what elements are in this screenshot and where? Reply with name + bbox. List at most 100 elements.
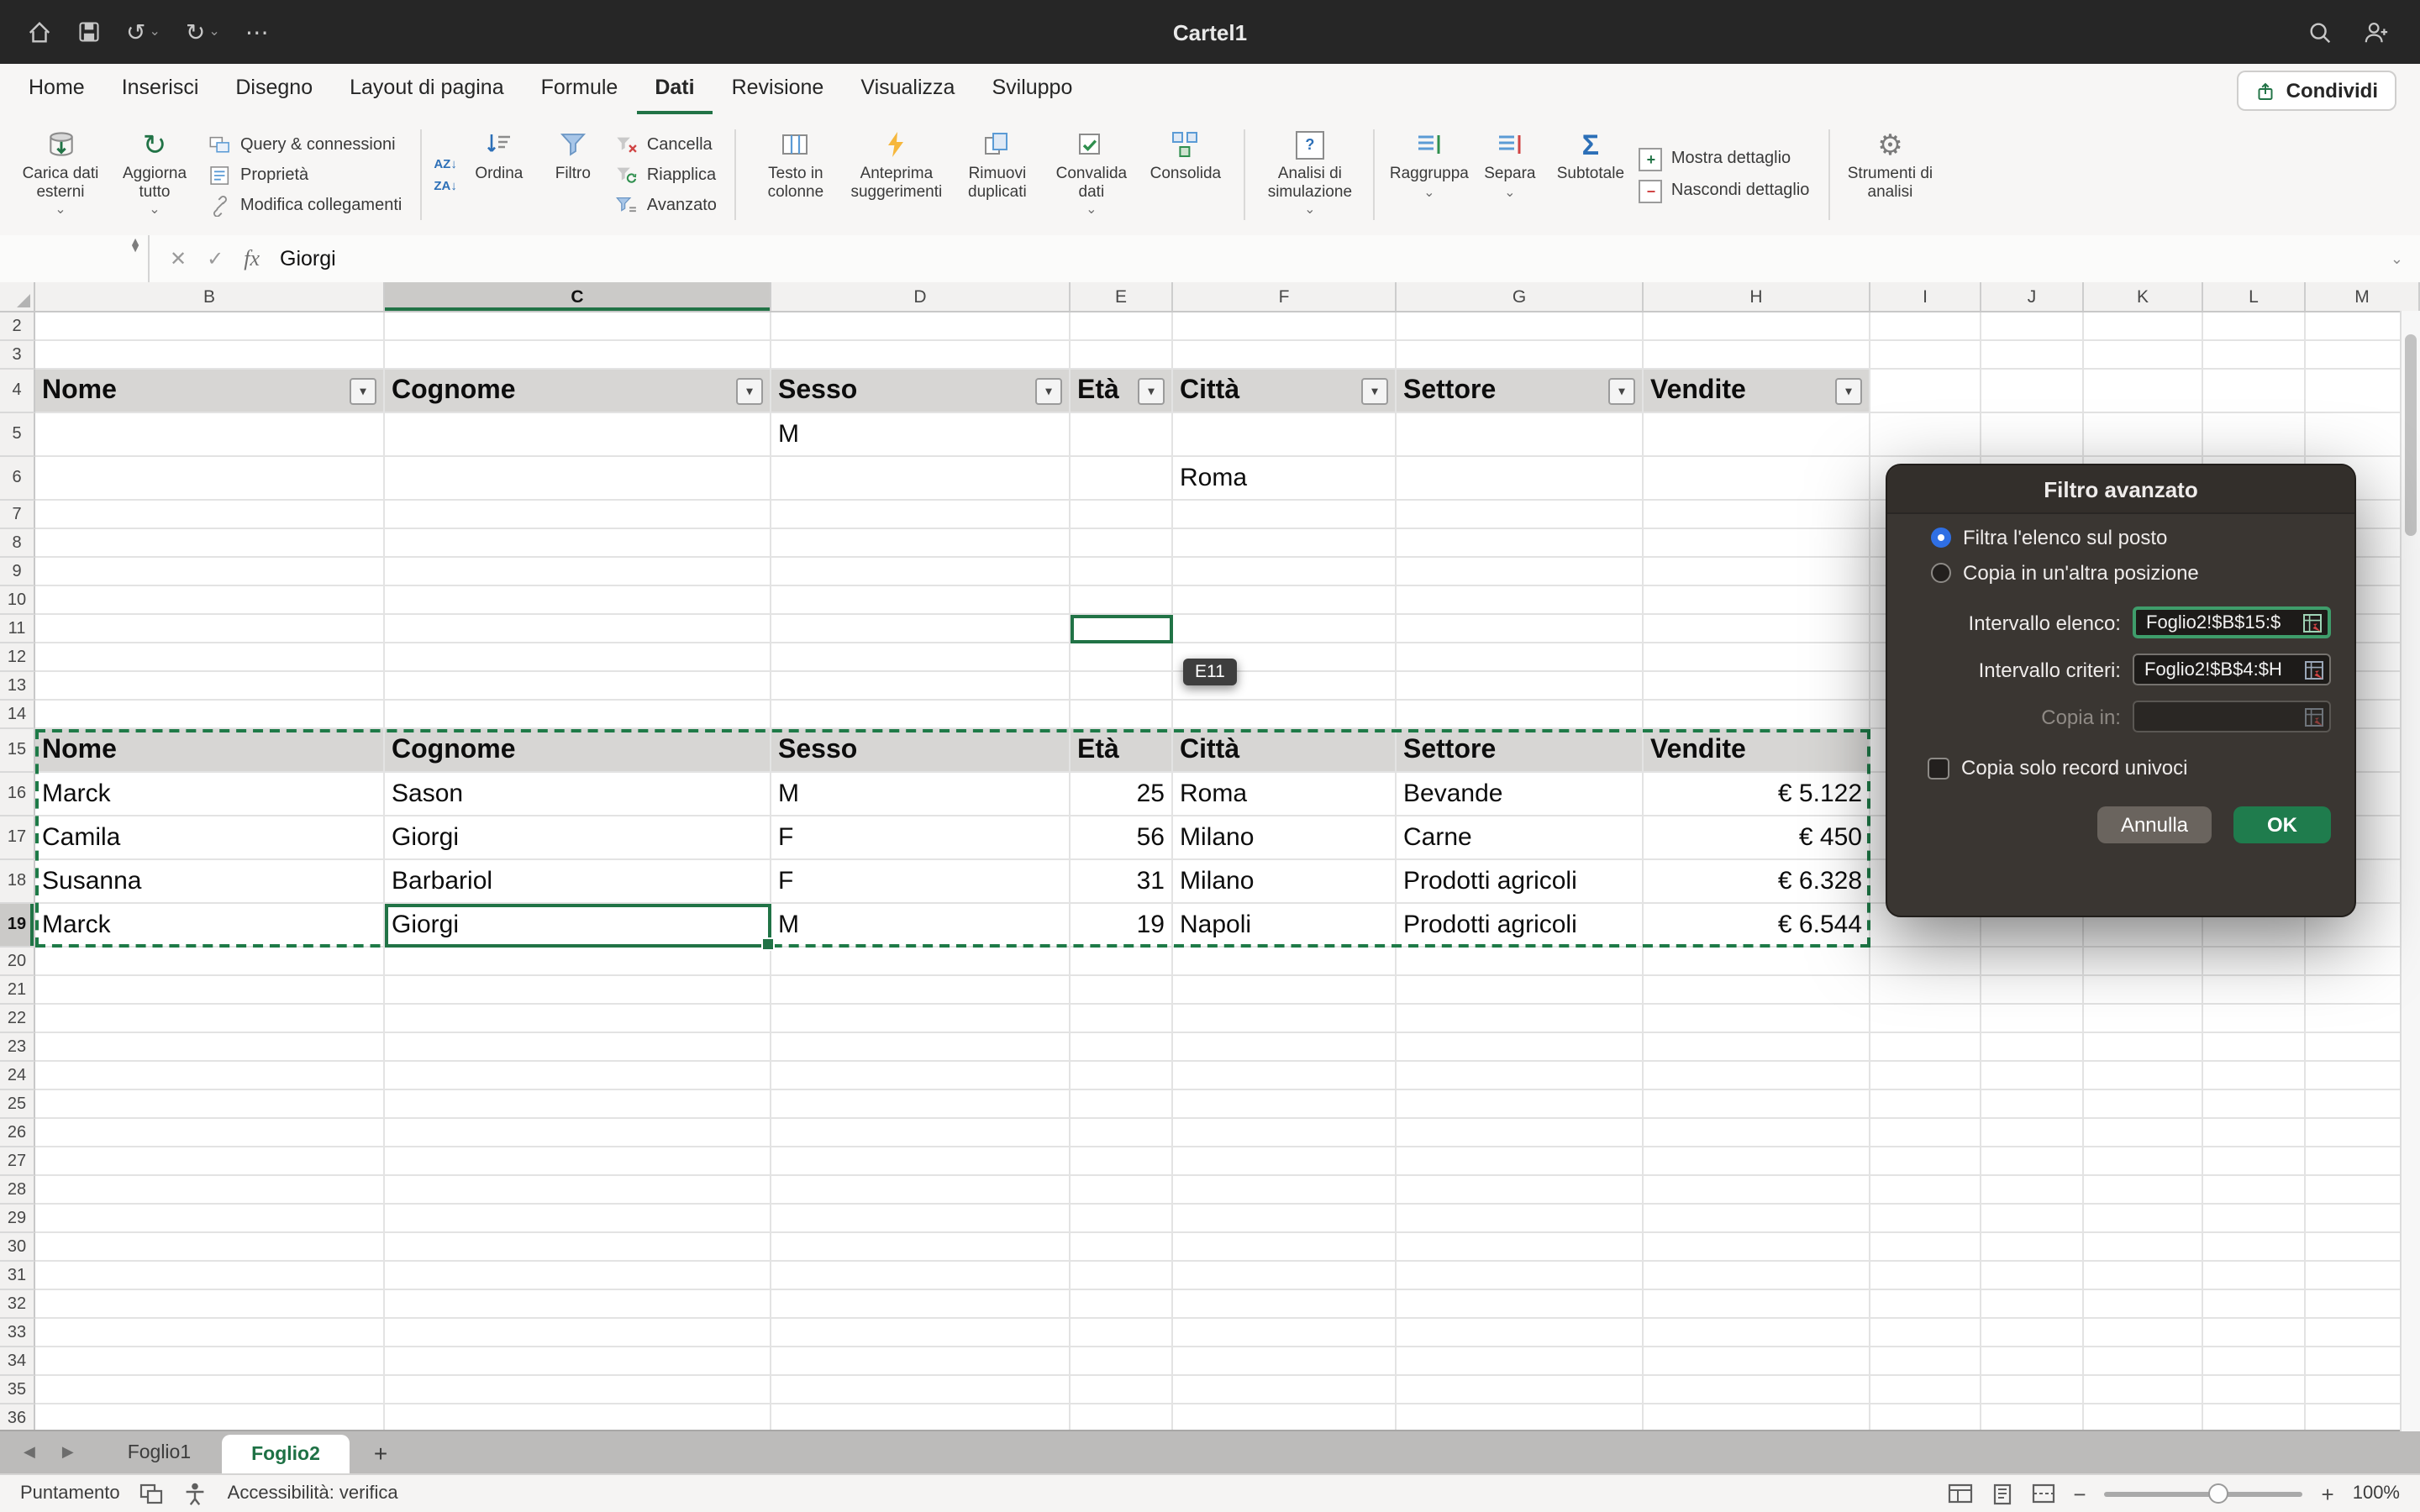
row-header-34[interactable]: 34 [0, 1347, 35, 1376]
cell-K30[interactable] [2084, 1233, 2203, 1262]
tab-inserisci[interactable]: Inserisci [103, 64, 218, 114]
cell-G30[interactable] [1397, 1233, 1644, 1262]
column-header-F[interactable]: F [1173, 282, 1397, 311]
cell-H16[interactable]: € 5.122 [1644, 773, 1870, 816]
cell-E9[interactable] [1071, 558, 1173, 586]
undo-button[interactable]: ↺⌄ [126, 20, 160, 44]
cell-E23[interactable] [1071, 1033, 1173, 1062]
cell-I34[interactable] [1870, 1347, 1981, 1376]
cell-B8[interactable] [35, 529, 385, 558]
cell-H8[interactable] [1644, 529, 1870, 558]
row-header-21[interactable]: 21 [0, 976, 35, 1005]
cell-G9[interactable] [1397, 558, 1644, 586]
row-header-20[interactable]: 20 [0, 948, 35, 976]
cell-H18[interactable]: € 6.328 [1644, 860, 1870, 904]
cell-F27[interactable] [1173, 1147, 1397, 1176]
add-sheet-button[interactable]: + [350, 1431, 411, 1473]
cell-F7[interactable] [1173, 501, 1397, 529]
cell-F16[interactable]: Roma [1173, 773, 1397, 816]
cell-G3[interactable] [1397, 341, 1644, 370]
cell-G11[interactable] [1397, 615, 1644, 643]
cell-G5[interactable] [1397, 413, 1644, 457]
ribbon-button-rimuovi-duplicati[interactable]: Rimuovi duplicati [950, 119, 1044, 230]
column-header-E[interactable]: E [1071, 282, 1173, 311]
cell-E2[interactable] [1071, 312, 1173, 341]
cell-F31[interactable] [1173, 1262, 1397, 1290]
ribbon-button-riapplica[interactable]: Riapplica [615, 164, 717, 186]
cell-D19[interactable]: M [771, 904, 1071, 948]
cell-E28[interactable] [1071, 1176, 1173, 1205]
cell-D14[interactable] [771, 701, 1071, 729]
ok-button[interactable]: OK [2233, 806, 2331, 843]
accessibility-status[interactable]: Accessibilità: verifica [228, 1483, 398, 1504]
row-header-28[interactable]: 28 [0, 1176, 35, 1205]
radio-copy-to-location[interactable]: Copia in un'altra posizione [1931, 561, 2354, 585]
confirm-entry-icon[interactable]: ✓ [207, 247, 224, 270]
cell-E18[interactable]: 31 [1071, 860, 1173, 904]
cell-D27[interactable] [771, 1147, 1071, 1176]
cell-F32[interactable] [1173, 1290, 1397, 1319]
cell-K2[interactable] [2084, 312, 2203, 341]
cell-K25[interactable] [2084, 1090, 2203, 1119]
cell-D32[interactable] [771, 1290, 1071, 1319]
filter-button-B4[interactable]: ▾ [350, 377, 376, 404]
cell-C22[interactable] [385, 1005, 771, 1033]
cell-B20[interactable] [35, 948, 385, 976]
search-icon[interactable] [2307, 19, 2333, 45]
scrollbar-thumb[interactable] [2405, 334, 2417, 536]
cell-B15[interactable]: Nome [35, 729, 385, 773]
cell-K22[interactable] [2084, 1005, 2203, 1033]
cell-J2[interactable] [1981, 312, 2084, 341]
cell-G32[interactable] [1397, 1290, 1644, 1319]
cell-H9[interactable] [1644, 558, 1870, 586]
row-header-13[interactable]: 13 [0, 672, 35, 701]
cell-H27[interactable] [1644, 1147, 1870, 1176]
cell-I3[interactable] [1870, 341, 1981, 370]
cell-F26[interactable] [1173, 1119, 1397, 1147]
ribbon-button-analisi-simulazione[interactable]: ? Analisi di simulazione ⌄ [1258, 119, 1362, 230]
cell-C30[interactable] [385, 1233, 771, 1262]
cell-K33[interactable] [2084, 1319, 2203, 1347]
cell-D11[interactable] [771, 615, 1071, 643]
cell-E12[interactable] [1071, 643, 1173, 672]
filter-button-C4[interactable]: ▾ [736, 377, 763, 404]
cell-D23[interactable] [771, 1033, 1071, 1062]
cell-B35[interactable] [35, 1376, 385, 1404]
share-button[interactable]: Condividi [2238, 71, 2396, 111]
cell-J23[interactable] [1981, 1033, 2084, 1062]
cell-I32[interactable] [1870, 1290, 1981, 1319]
cell-B3[interactable] [35, 341, 385, 370]
ribbon-button-separa[interactable]: Separa ⌄ [1471, 119, 1549, 230]
cell-G34[interactable] [1397, 1347, 1644, 1376]
cell-I20[interactable] [1870, 948, 1981, 976]
cell-D34[interactable] [771, 1347, 1071, 1376]
cell-B26[interactable] [35, 1119, 385, 1147]
cell-C28[interactable] [385, 1176, 771, 1205]
column-header-B[interactable]: B [35, 282, 385, 311]
cell-J26[interactable] [1981, 1119, 2084, 1147]
cell-L30[interactable] [2203, 1233, 2306, 1262]
cell-E21[interactable] [1071, 976, 1173, 1005]
cell-E6[interactable] [1071, 457, 1173, 501]
cell-F11[interactable] [1173, 615, 1397, 643]
row-header-4[interactable]: 4 [0, 370, 35, 413]
cell-B9[interactable] [35, 558, 385, 586]
cell-K34[interactable] [2084, 1347, 2203, 1376]
filter-button-H4[interactable]: ▾ [1835, 377, 1862, 404]
range-picker-icon[interactable] [2304, 659, 2324, 680]
cell-C24[interactable] [385, 1062, 771, 1090]
cell-L25[interactable] [2203, 1090, 2306, 1119]
cell-G19[interactable]: Prodotti agricoli [1397, 904, 1644, 948]
cell-H2[interactable] [1644, 312, 1870, 341]
cell-J3[interactable] [1981, 341, 2084, 370]
cell-B2[interactable] [35, 312, 385, 341]
cell-E3[interactable] [1071, 341, 1173, 370]
cell-C17[interactable]: Giorgi [385, 816, 771, 860]
cell-E33[interactable] [1071, 1319, 1173, 1347]
cell-B18[interactable]: Susanna [35, 860, 385, 904]
cell-G14[interactable] [1397, 701, 1644, 729]
cell-E20[interactable] [1071, 948, 1173, 976]
cell-B10[interactable] [35, 586, 385, 615]
ribbon-button-query-connessioni[interactable]: Query & connessioni [208, 134, 402, 155]
filter-button-G4[interactable]: ▾ [1608, 377, 1635, 404]
